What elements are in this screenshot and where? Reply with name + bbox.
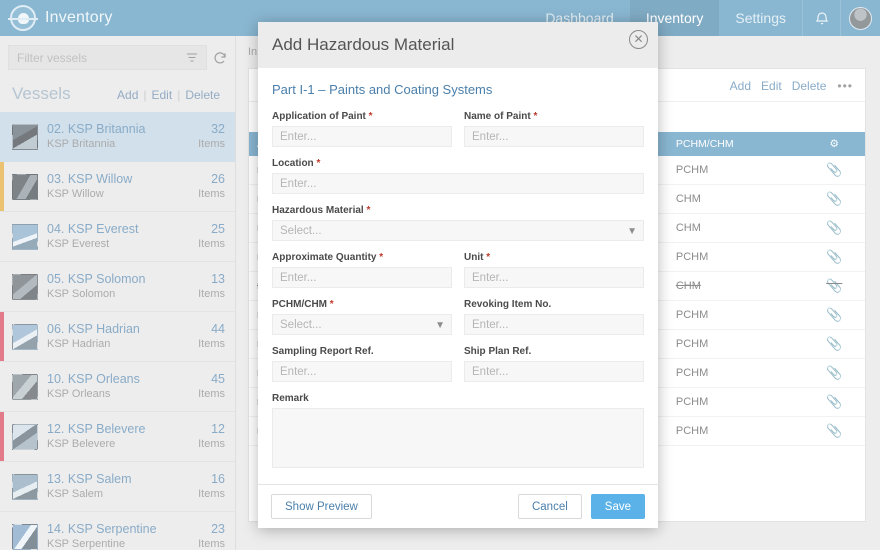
form-row-location: Location *: [272, 158, 644, 194]
field-location: Location *: [272, 158, 644, 194]
field-ship-plan-ref: Ship Plan Ref.: [464, 346, 644, 382]
hazardous-material-select[interactable]: [272, 220, 644, 241]
remark-textarea[interactable]: [272, 408, 644, 468]
label-revoking-item-no: Revoking Item No.: [464, 299, 644, 310]
field-unit: Unit *: [464, 252, 644, 288]
add-hazardous-material-dialog: Add Hazardous Material ✕ Part I-1 – Pain…: [258, 22, 658, 528]
label-text: Remark: [272, 393, 309, 404]
field-pchm-chm: PCHM/CHM * ▼: [272, 299, 452, 335]
form-row-paint: Application of Paint * Name of Paint *: [272, 111, 644, 147]
save-button[interactable]: Save: [590, 494, 645, 519]
label-name-of-paint: Name of Paint *: [464, 111, 644, 122]
field-revoking-item-no: Revoking Item No.: [464, 299, 644, 335]
application-of-paint-input[interactable]: [272, 126, 452, 147]
form-row-refs: Sampling Report Ref. Ship Plan Ref.: [272, 346, 644, 382]
form-row-remark: Remark: [272, 393, 644, 473]
required-marker: *: [379, 252, 384, 263]
label-pchm-chm: PCHM/CHM *: [272, 299, 452, 310]
location-input[interactable]: [272, 173, 644, 194]
modal-title: Add Hazardous Material: [272, 35, 455, 54]
field-approximate-quantity: Approximate Quantity *: [272, 252, 452, 288]
field-application-of-paint: Application of Paint *: [272, 111, 452, 147]
modal-header: Add Hazardous Material ✕: [258, 22, 658, 68]
field-sampling-report-ref: Sampling Report Ref.: [272, 346, 452, 382]
required-marker: *: [316, 158, 321, 169]
label-ship-plan-ref: Ship Plan Ref.: [464, 346, 644, 357]
label-text: Sampling Report Ref.: [272, 346, 374, 357]
unit-input[interactable]: [464, 267, 644, 288]
form-row-pchm-revoking: PCHM/CHM * ▼ Revoking Item No.: [272, 299, 644, 335]
ship-plan-ref-input[interactable]: [464, 361, 644, 382]
show-preview-button[interactable]: Show Preview: [271, 494, 372, 519]
modal-footer: Show Preview Cancel Save: [258, 484, 658, 528]
label-text: Unit: [464, 252, 484, 263]
close-icon[interactable]: ✕: [629, 30, 648, 49]
cancel-button[interactable]: Cancel: [517, 494, 582, 519]
required-marker: *: [366, 205, 371, 216]
required-marker: *: [329, 299, 334, 310]
section-title: Part I-1 – Paints and Coating Systems: [272, 82, 493, 97]
required-marker: *: [533, 111, 538, 122]
label-text: Approximate Quantity: [272, 252, 377, 263]
form-row-hazardous-material: Hazardous Material * ▼: [272, 205, 644, 241]
revoking-item-no-input[interactable]: [464, 314, 644, 335]
field-name-of-paint: Name of Paint *: [464, 111, 644, 147]
label-text: PCHM/CHM: [272, 299, 327, 310]
required-marker: *: [368, 111, 373, 122]
label-location: Location *: [272, 158, 644, 169]
form-row-quantity-unit: Approximate Quantity * Unit *: [272, 252, 644, 288]
approximate-quantity-input[interactable]: [272, 267, 452, 288]
label-hazardous-material: Hazardous Material *: [272, 205, 644, 216]
label-sampling-report-ref: Sampling Report Ref.: [272, 346, 452, 357]
modal-body: Part I-1 – Paints and Coating Systems Ap…: [258, 68, 658, 484]
label-text: Application of Paint: [272, 111, 366, 122]
app-root: Inventory Dashboard Inventory Settings F…: [0, 0, 880, 550]
field-remark: Remark: [272, 393, 644, 473]
label-text: Revoking Item No.: [464, 299, 552, 310]
required-marker: *: [486, 252, 491, 263]
label-text: Hazardous Material: [272, 205, 364, 216]
label-text: Ship Plan Ref.: [464, 346, 532, 357]
label-text: Location: [272, 158, 314, 169]
label-application-of-paint: Application of Paint *: [272, 111, 452, 122]
name-of-paint-input[interactable]: [464, 126, 644, 147]
label-unit: Unit *: [464, 252, 644, 263]
sampling-report-ref-input[interactable]: [272, 361, 452, 382]
pchm-chm-select[interactable]: [272, 314, 452, 335]
label-remark: Remark: [272, 393, 644, 404]
label-approximate-quantity: Approximate Quantity *: [272, 252, 452, 263]
field-hazardous-material: Hazardous Material * ▼: [272, 205, 644, 241]
label-text: Name of Paint: [464, 111, 531, 122]
